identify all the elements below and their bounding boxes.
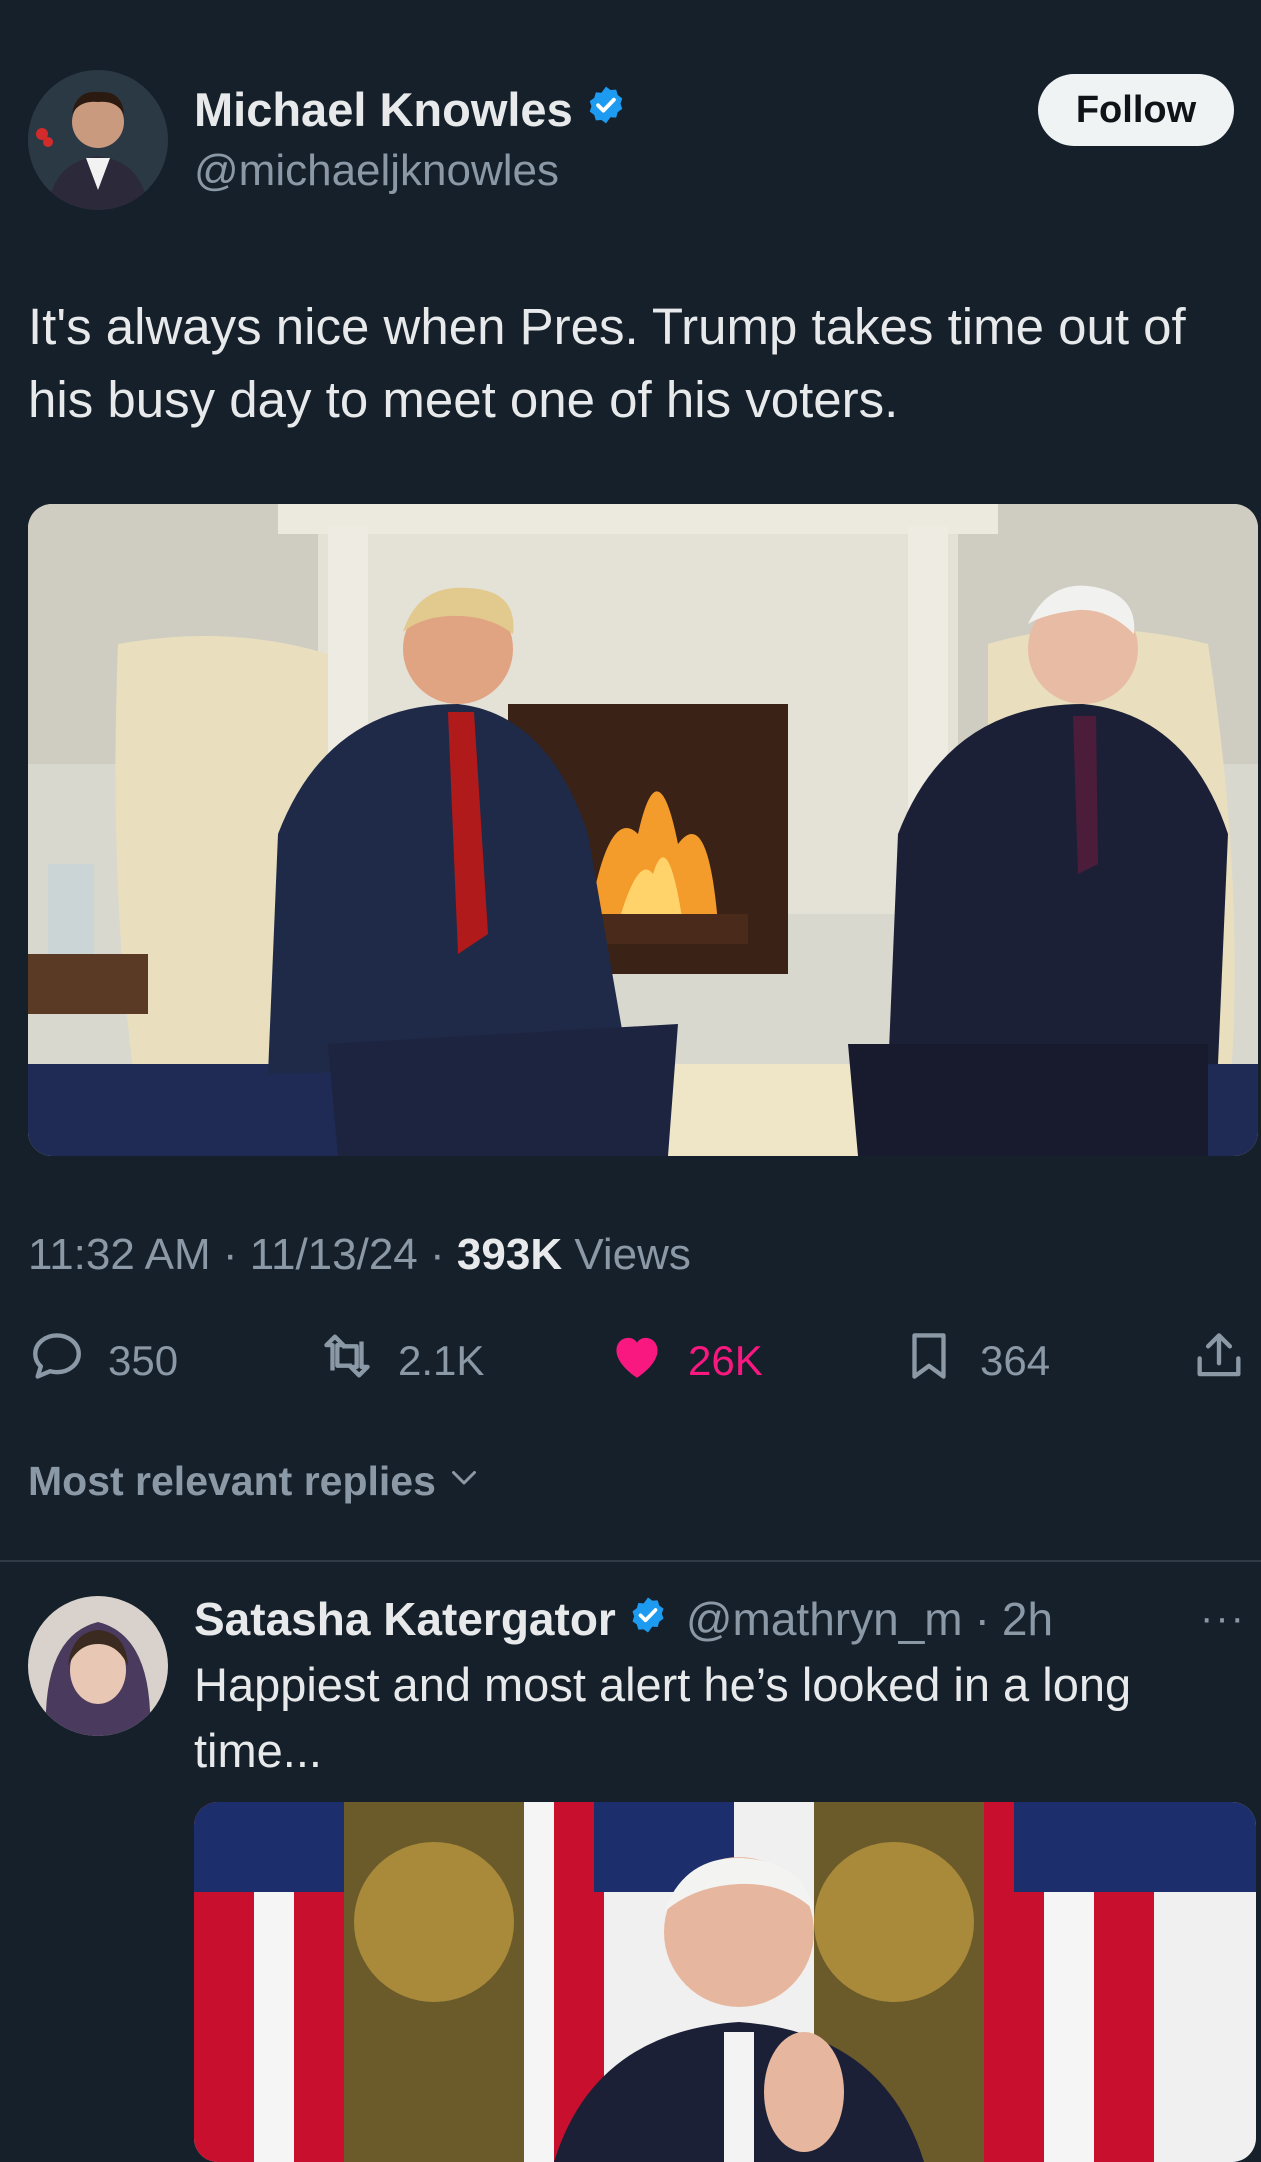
views-label: Views [574, 1230, 691, 1279]
author-name[interactable]: Michael Knowles [194, 82, 573, 137]
share-button[interactable] [1190, 1326, 1248, 1396]
reply-icon [28, 1327, 86, 1395]
reply-text: Happiest and most alert he’s looked in a… [194, 1658, 1132, 1777]
repost-icon [318, 1327, 376, 1395]
share-icon [1190, 1327, 1248, 1395]
divider [0, 1560, 1261, 1562]
author-name-row[interactable]: Michael Knowles [194, 82, 627, 137]
replies-sort-dropdown[interactable]: Most relevant replies [28, 1458, 482, 1505]
reply-age: 2h [1001, 1593, 1054, 1645]
post-date[interactable]: 11/13/24 [250, 1230, 418, 1279]
more-options-icon[interactable]: ··· [1200, 1596, 1246, 1641]
verified-badge-icon [628, 1592, 668, 1646]
post-meta: 11:32 AM · 11/13/24 · 393K Views [28, 1230, 691, 1279]
reply-avatar[interactable] [28, 1596, 168, 1736]
reply-button[interactable]: 350 [28, 1326, 178, 1396]
post-time[interactable]: 11:32 AM [28, 1230, 211, 1279]
author-handle[interactable]: @michaeljknowles [194, 146, 559, 196]
replies-sort-label: Most relevant replies [28, 1458, 436, 1504]
bookmark-button[interactable]: 364 [900, 1326, 1050, 1396]
bookmark-icon [900, 1327, 958, 1395]
reply-count: 350 [108, 1337, 179, 1384]
repost-button[interactable]: 2.1K [318, 1326, 484, 1396]
action-bar: 350 2.1K 26K 364 [28, 1326, 1248, 1396]
reply-header: Satasha Katergator @mathryn_m · 2h [194, 1592, 1054, 1646]
post-image[interactable] [28, 504, 1258, 1156]
reply-author-handle[interactable]: @mathryn_m [686, 1592, 963, 1646]
reply-image[interactable] [194, 1802, 1256, 2162]
like-button[interactable]: 26K [608, 1326, 763, 1396]
verified-badge-icon [585, 82, 627, 137]
author-avatar[interactable] [28, 70, 168, 210]
reply-author-name[interactable]: Satasha Katergator [194, 1592, 616, 1646]
repost-count: 2.1K [398, 1337, 485, 1384]
like-count: 26K [688, 1337, 763, 1384]
bookmark-count: 364 [980, 1337, 1051, 1384]
post-text: It's always nice when Pres. Trump takes … [28, 298, 1186, 428]
views-count: 393K [456, 1230, 563, 1279]
chevron-down-icon [446, 1458, 482, 1505]
heart-icon [608, 1327, 666, 1395]
follow-button[interactable]: Follow [1038, 74, 1234, 146]
